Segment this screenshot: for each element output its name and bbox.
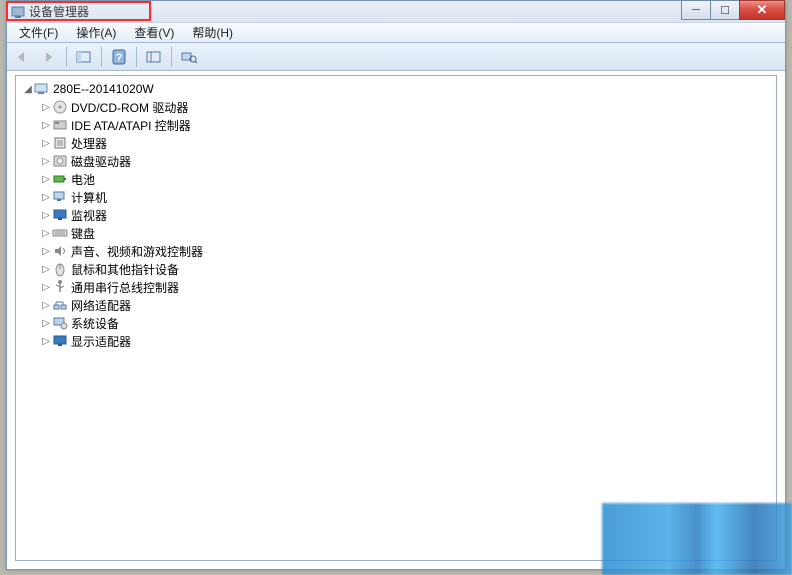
tree-node[interactable]: ▷ 显示适配器 bbox=[16, 332, 776, 350]
disc-icon bbox=[52, 99, 68, 115]
expand-arrow-icon[interactable]: ▷ bbox=[40, 210, 52, 221]
help-button[interactable]: ? bbox=[107, 46, 131, 68]
expand-arrow-icon[interactable]: ▷ bbox=[40, 120, 52, 131]
ide-icon bbox=[52, 117, 68, 133]
network-icon bbox=[52, 297, 68, 313]
console-tree-button[interactable] bbox=[72, 46, 96, 68]
app-icon bbox=[11, 5, 25, 19]
collapse-arrow-icon[interactable]: ◢ bbox=[22, 84, 34, 95]
tree-node-label: 键盘 bbox=[71, 225, 95, 242]
tree-node[interactable]: ▷ 计算机 bbox=[16, 188, 776, 206]
tree-node-label: 系统设备 bbox=[71, 315, 119, 332]
tree-node-label: 计算机 bbox=[71, 189, 107, 206]
toolbar-separator bbox=[101, 47, 102, 67]
tree-node-label: 声音、视频和游戏控制器 bbox=[71, 243, 203, 260]
expand-arrow-icon[interactable]: ▷ bbox=[40, 192, 52, 203]
expand-arrow-icon[interactable]: ▷ bbox=[40, 336, 52, 347]
expand-arrow-icon[interactable]: ▷ bbox=[40, 282, 52, 293]
computer-icon bbox=[34, 81, 50, 97]
tree-node-label: 电池 bbox=[71, 171, 95, 188]
window-title: 设备管理器 bbox=[29, 3, 89, 20]
menu-view[interactable]: 查看(V) bbox=[126, 23, 182, 42]
properties-button[interactable] bbox=[142, 46, 166, 68]
expand-arrow-icon[interactable]: ▷ bbox=[40, 102, 52, 113]
usb-icon bbox=[52, 279, 68, 295]
tree-node[interactable]: ▷ 系统设备 bbox=[16, 314, 776, 332]
battery-icon bbox=[52, 171, 68, 187]
expand-arrow-icon[interactable]: ▷ bbox=[40, 246, 52, 257]
toolbar-separator bbox=[136, 47, 137, 67]
tree-node[interactable]: ▷ 电池 bbox=[16, 170, 776, 188]
menu-file[interactable]: 文件(F) bbox=[11, 23, 66, 42]
expand-arrow-icon[interactable]: ▷ bbox=[40, 264, 52, 275]
computer-icon bbox=[52, 189, 68, 205]
minimize-button[interactable]: ─ bbox=[681, 0, 711, 20]
menu-action[interactable]: 操作(A) bbox=[68, 23, 124, 42]
tree-node-label: 处理器 bbox=[71, 135, 107, 152]
tree-node-label: 显示适配器 bbox=[71, 333, 131, 350]
sound-icon bbox=[52, 243, 68, 259]
tree-node[interactable]: ▷ 监视器 bbox=[16, 206, 776, 224]
watermark-overlay bbox=[602, 503, 792, 575]
mouse-icon bbox=[52, 261, 68, 277]
expand-arrow-icon[interactable]: ▷ bbox=[40, 174, 52, 185]
window-controls: ─ ☐ ✕ bbox=[682, 0, 785, 20]
tree-node[interactable]: ▷ 网络适配器 bbox=[16, 296, 776, 314]
menubar: 文件(F) 操作(A) 查看(V) 帮助(H) bbox=[7, 23, 785, 43]
tree-node[interactable]: ▷ 鼠标和其他指针设备 bbox=[16, 260, 776, 278]
tree-node-label: 网络适配器 bbox=[71, 297, 131, 314]
tree-node[interactable]: ▷ IDE ATA/ATAPI 控制器 bbox=[16, 116, 776, 134]
tree-node-label: IDE ATA/ATAPI 控制器 bbox=[71, 117, 191, 134]
tree-node[interactable]: ▷ 磁盘驱动器 bbox=[16, 152, 776, 170]
monitor-icon bbox=[52, 207, 68, 223]
scan-hardware-button[interactable] bbox=[177, 46, 201, 68]
expand-arrow-icon[interactable]: ▷ bbox=[40, 156, 52, 167]
tree-node[interactable]: ▷ 键盘 bbox=[16, 224, 776, 242]
maximize-button[interactable]: ☐ bbox=[710, 0, 740, 20]
display-icon bbox=[52, 333, 68, 349]
tree-node[interactable]: ▷ 声音、视频和游戏控制器 bbox=[16, 242, 776, 260]
toolbar: ? bbox=[7, 43, 785, 71]
close-button[interactable]: ✕ bbox=[739, 0, 785, 20]
tree-node[interactable]: ▷ 通用串行总线控制器 bbox=[16, 278, 776, 296]
tree-node-label: DVD/CD-ROM 驱动器 bbox=[71, 99, 188, 116]
system-icon bbox=[52, 315, 68, 331]
tree-root[interactable]: ◢ 280E--20141020W bbox=[16, 80, 776, 98]
tree-node-label: 鼠标和其他指针设备 bbox=[71, 261, 179, 278]
expand-arrow-icon[interactable]: ▷ bbox=[40, 138, 52, 149]
tree-node-label: 监视器 bbox=[71, 207, 107, 224]
cpu-icon bbox=[52, 135, 68, 151]
device-tree[interactable]: ◢ 280E--20141020W ▷ DVD/CD-ROM 驱动器 ▷ IDE AT… bbox=[15, 75, 777, 561]
titlebar: 设备管理器 ─ ☐ ✕ bbox=[7, 1, 785, 23]
back-button[interactable] bbox=[11, 46, 35, 68]
forward-button[interactable] bbox=[37, 46, 61, 68]
disk-icon bbox=[52, 153, 68, 169]
tree-node-label: 磁盘驱动器 bbox=[71, 153, 131, 170]
expand-arrow-icon[interactable]: ▷ bbox=[40, 318, 52, 329]
tree-root-label: 280E--20141020W bbox=[53, 82, 154, 96]
tree-node[interactable]: ▷ DVD/CD-ROM 驱动器 bbox=[16, 98, 776, 116]
keyboard-icon bbox=[52, 225, 68, 241]
expand-arrow-icon[interactable]: ▷ bbox=[40, 228, 52, 239]
device-manager-window: 设备管理器 ─ ☐ ✕ 文件(F) 操作(A) 查看(V) 帮助(H) ? bbox=[6, 0, 786, 570]
expand-arrow-icon[interactable]: ▷ bbox=[40, 300, 52, 311]
tree-node-label: 通用串行总线控制器 bbox=[71, 279, 179, 296]
toolbar-separator bbox=[66, 47, 67, 67]
menu-help[interactable]: 帮助(H) bbox=[184, 23, 241, 42]
svg-text:?: ? bbox=[116, 52, 123, 64]
tree-node[interactable]: ▷ 处理器 bbox=[16, 134, 776, 152]
toolbar-separator bbox=[171, 47, 172, 67]
